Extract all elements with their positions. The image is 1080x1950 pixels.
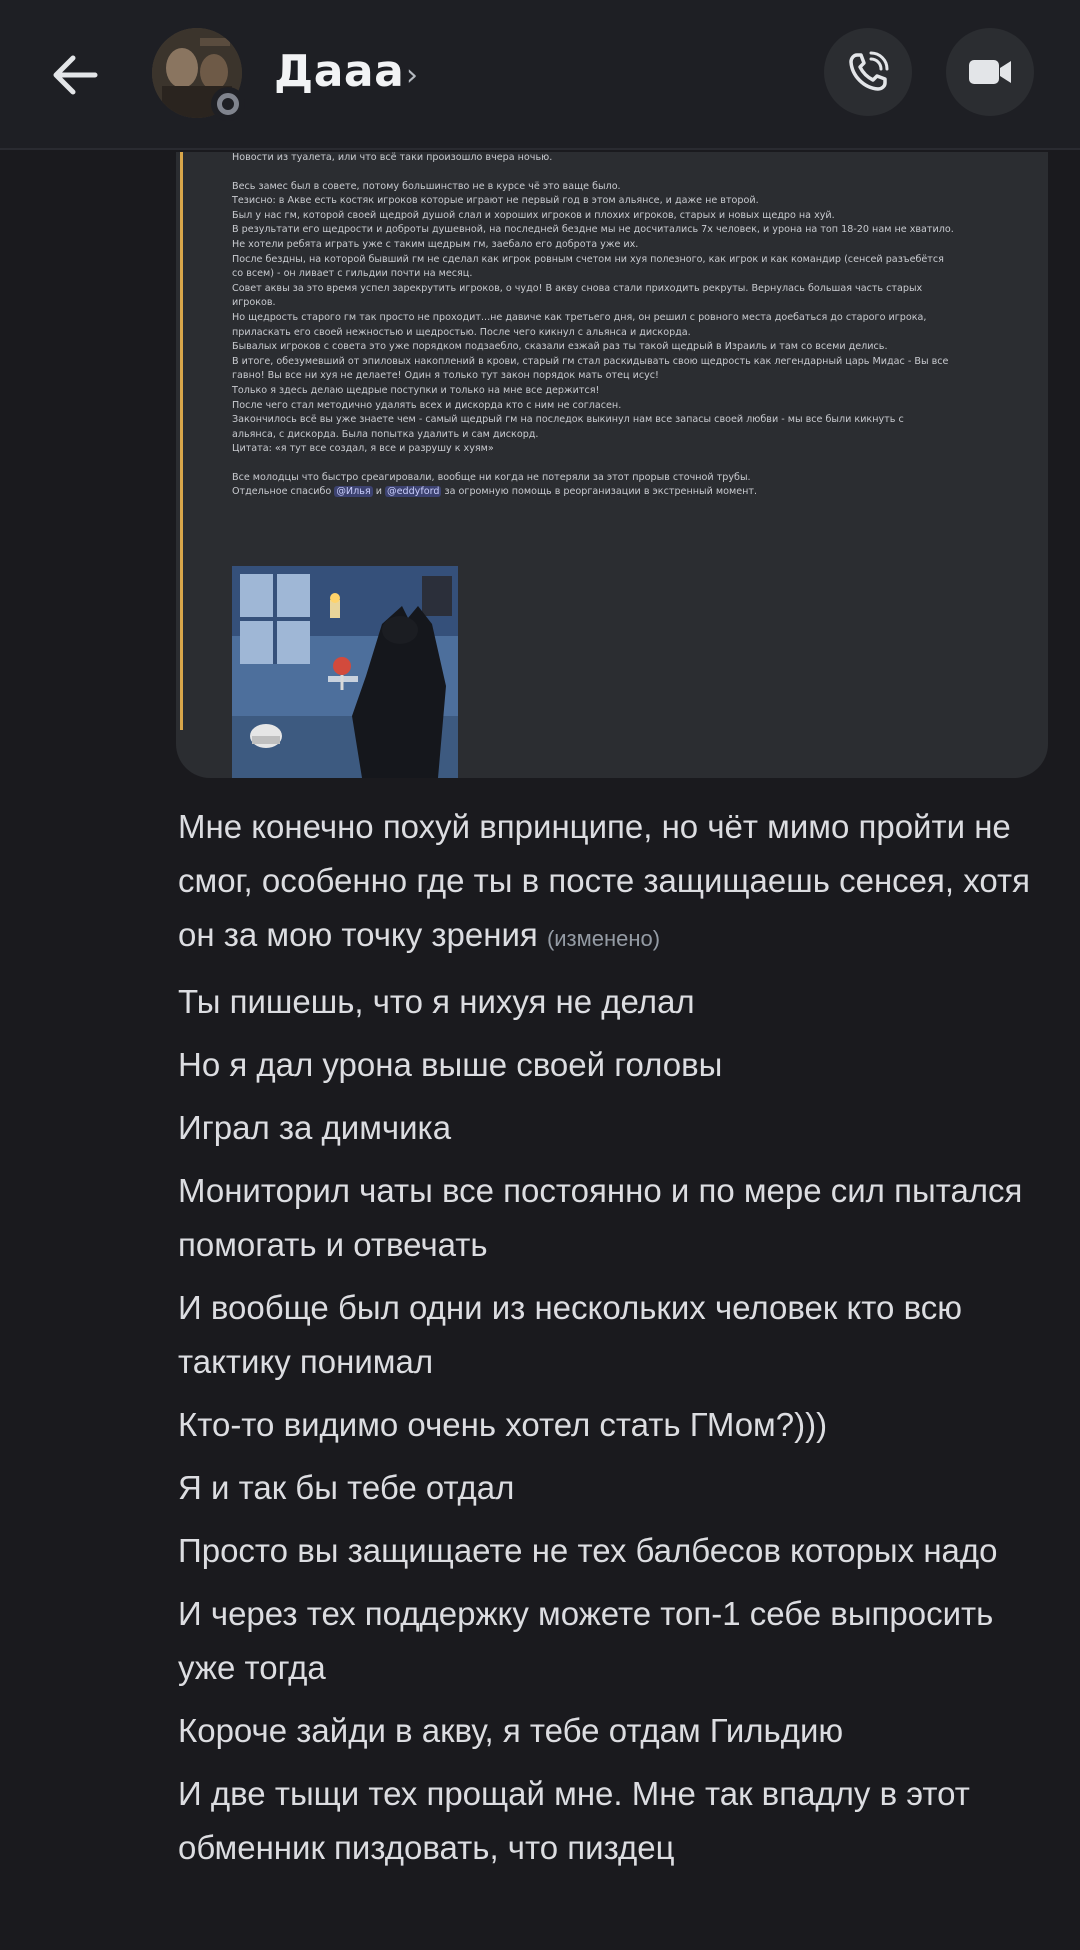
embed-line: Новости из туалета, или что всё таки про… <box>232 152 553 163</box>
embed-line: игроков. <box>232 297 276 309</box>
embed-line: приласкать его своей нежностью и щедрост… <box>232 326 691 338</box>
chat-title[interactable]: Дааа <box>274 46 404 97</box>
embed-thanks-line: Отдельное спасибо @Илья и @eddyford за о… <box>232 485 1012 500</box>
embed-post-text: Новости из туалета, или что всё таки про… <box>232 152 1012 500</box>
offline-status-icon <box>217 93 239 115</box>
message[interactable]: Кто-то видимо очень хотел стать ГМом?))) <box>178 1398 1058 1452</box>
chevron-right-icon[interactable]: › <box>406 58 418 93</box>
arrow-left-icon <box>53 55 98 95</box>
batman-image[interactable] <box>232 566 458 778</box>
edited-label: (изменено) <box>546 926 661 951</box>
embed-accent-bar <box>180 152 183 730</box>
message[interactable]: И вообще был одни из нескольких человек … <box>178 1281 1058 1389</box>
message[interactable]: Просто вы защищаете не тех балбесов кото… <box>178 1524 1058 1578</box>
chat-header: Дааа › <box>0 0 1080 150</box>
embed-line: Цитата: «я тут все создал, я все и разру… <box>232 443 494 455</box>
message[interactable]: Короче зайди в акву, я тебе отдам Гильди… <box>178 1704 1058 1758</box>
video-call-button[interactable] <box>946 28 1034 116</box>
batman-illustration <box>232 566 458 778</box>
mention-eddyford: @eddyford <box>385 486 442 498</box>
embed-line: Весь замес был в совете, потому большинс… <box>232 180 621 192</box>
message[interactable]: Играл за димчика <box>178 1101 1058 1155</box>
voice-call-button[interactable] <box>824 28 912 116</box>
embed-line: со всем) - он ливает с гильдии почти на … <box>232 268 473 280</box>
embed-line: альянса, с дискорда. Была попытка удалит… <box>232 428 539 440</box>
thanks-and: и <box>372 486 385 498</box>
message-list: Мне конечно похуй впринципе, но чёт мимо… <box>178 800 1058 1884</box>
embed-line: Тезисно: в Акве есть костяк игроков кото… <box>232 195 759 207</box>
embed-line: После бездны, на которой бывший гм не сд… <box>232 253 944 265</box>
thanks-prefix: Отдельное спасибо <box>232 486 335 498</box>
embedded-screenshot[interactable]: Новости из туалета, или что всё таки про… <box>176 152 1048 778</box>
message[interactable]: Но я дал урона выше своей головы <box>178 1038 1058 1092</box>
message[interactable]: И две тыщи тех прощай мне. Мне так впадл… <box>178 1767 1058 1875</box>
embed-line: Бывалых игроков с совета это уже порядко… <box>232 341 888 353</box>
message[interactable]: Ты пишешь, что я нихуя не делал <box>178 975 1058 1029</box>
embed-line: После чего стал методично удалять всех и… <box>232 399 622 411</box>
mention-ilya: @Илья <box>334 486 373 498</box>
embed-line: Совет аквы за это время успел зарекрутит… <box>232 282 923 294</box>
embed-line: гавно! Вы все ни хуя не делаете! Один я … <box>232 370 659 382</box>
message[interactable]: Мониторил чаты все постоянно и по мере с… <box>178 1164 1058 1272</box>
embed-line: Все молодцы что быстро среагировали, воо… <box>232 471 751 483</box>
embed-line: Был у нас гм, которой своей щедрой душой… <box>232 209 835 221</box>
embed-line: Только я здесь делаю щедрые поступки и т… <box>232 384 600 396</box>
status-indicator <box>211 87 245 121</box>
message[interactable]: Я и так бы тебе отдал <box>178 1461 1058 1515</box>
embed-line: Не хотели ребята играть уже с таким щедр… <box>232 238 639 250</box>
embed-line: Но щедрость старого гм так просто не про… <box>232 311 927 323</box>
embed-line: В результати его щедрости и доброты душе… <box>232 224 954 236</box>
message[interactable]: Мне конечно похуй впринципе, но чёт мимо… <box>178 800 1058 966</box>
phone-icon <box>849 51 889 91</box>
embed-line: Закончилось всё вы уже знаете чем - самы… <box>232 414 904 426</box>
video-camera-icon <box>969 60 1011 84</box>
message[interactable]: И через тех поддержку можете топ-1 себе … <box>178 1587 1058 1695</box>
thanks-suffix: за огромную помощь в реорганизации в экс… <box>441 486 758 498</box>
back-button[interactable] <box>40 40 110 110</box>
embed-line: В итоге, обезумевший от эпиловых накопле… <box>232 355 949 367</box>
